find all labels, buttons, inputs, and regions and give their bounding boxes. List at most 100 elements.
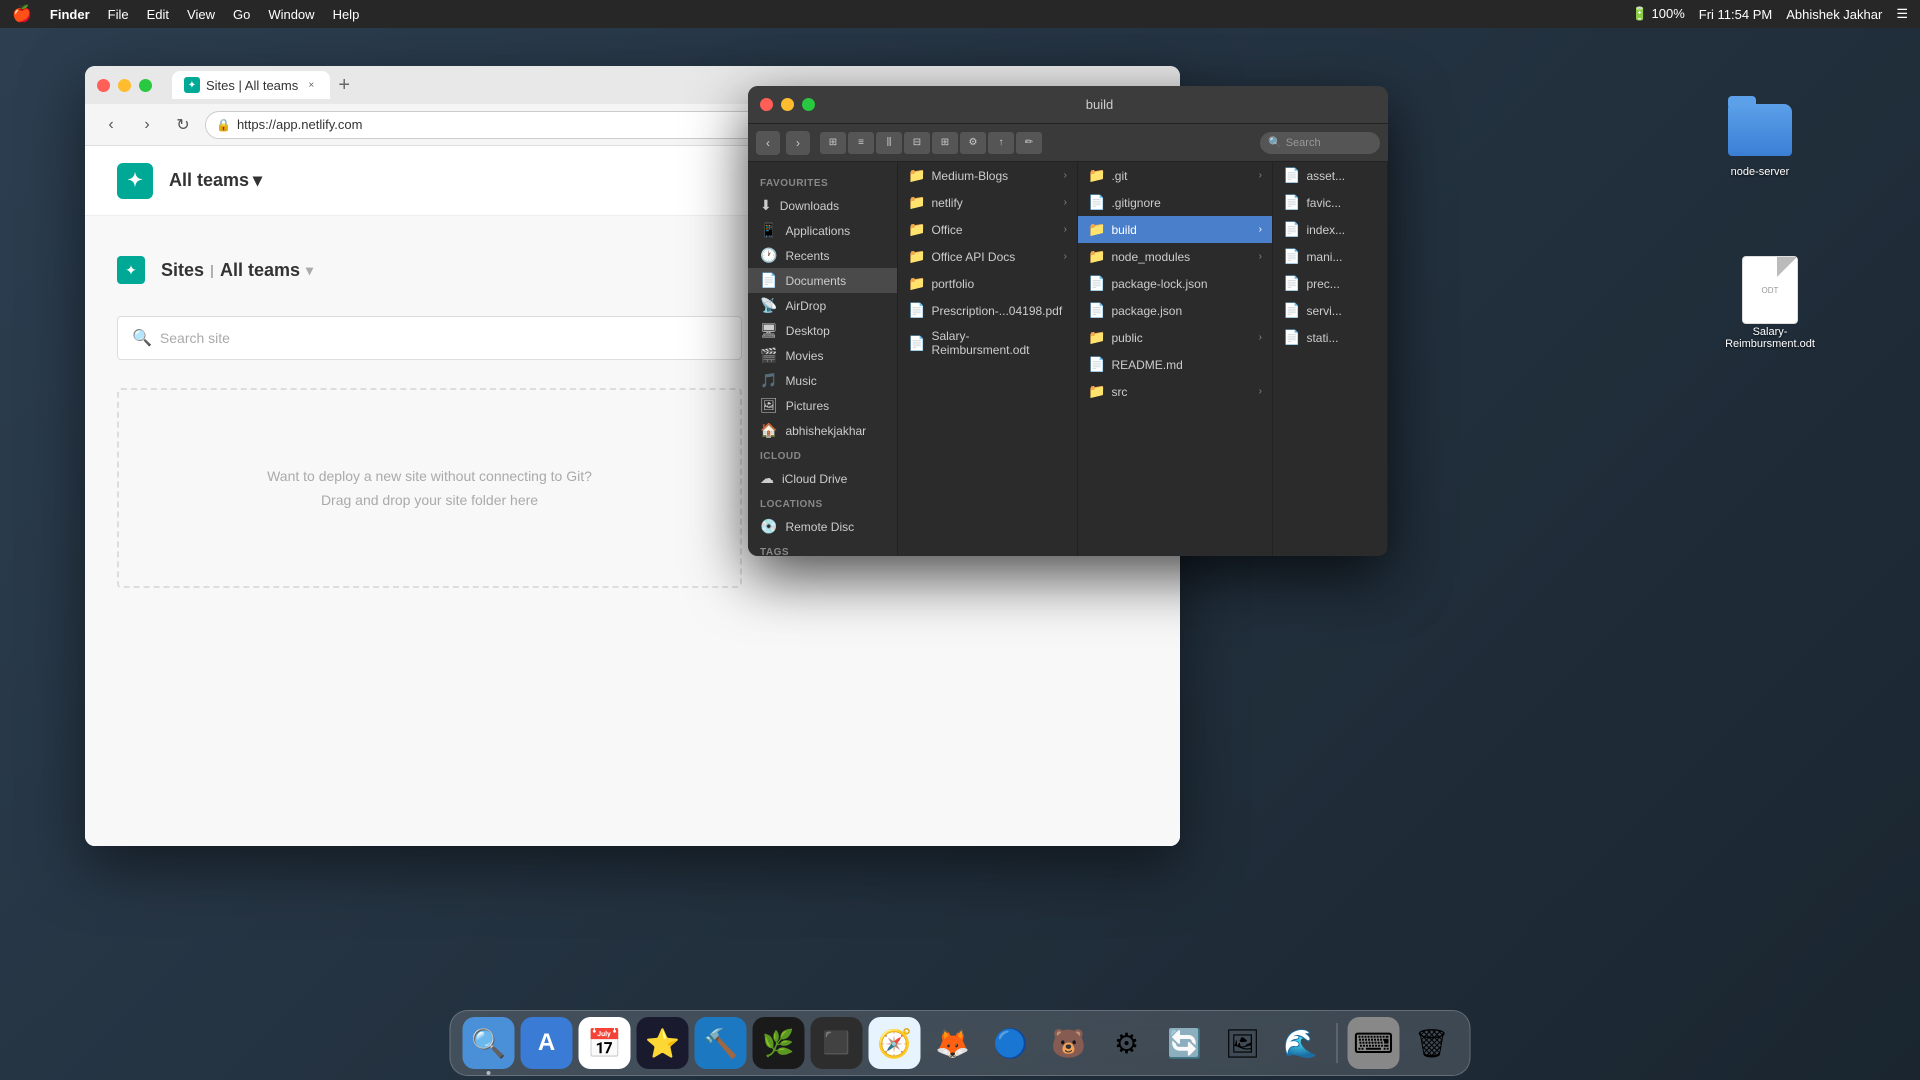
maximize-button[interactable]	[139, 79, 152, 92]
back-button[interactable]: ‹	[97, 111, 125, 139]
col2-gitignore[interactable]: 📄 .gitignore	[1078, 189, 1272, 216]
dock-bear[interactable]: 🐻	[1043, 1017, 1095, 1069]
finder-close-button[interactable]	[760, 98, 773, 111]
col3-static[interactable]: 📄 stati...	[1273, 324, 1387, 351]
col3-asset[interactable]: 📄 asset...	[1273, 162, 1387, 189]
sidebar-music[interactable]: 🎵 Music	[748, 368, 897, 393]
pictures-icon: 🖼	[760, 397, 778, 414]
col1-office[interactable]: 📁 Office ›	[898, 216, 1077, 243]
finder-gallery-view[interactable]: ⊟	[904, 132, 930, 154]
drop-text-2: Drag and drop your site folder here	[321, 492, 538, 508]
refresh-button[interactable]: ↻	[169, 111, 197, 139]
dock-bluetooth[interactable]: 🔄	[1159, 1017, 1211, 1069]
menu-window[interactable]: Window	[268, 7, 314, 22]
col2-src[interactable]: 📁 src ›	[1078, 378, 1272, 405]
netlify-brand[interactable]: All teams ▾	[169, 170, 262, 191]
sidebar-home[interactable]: 🏠 abhishekjakhar	[748, 418, 897, 443]
menu-finder[interactable]: Finder	[50, 7, 90, 22]
sidebar-airdrop[interactable]: 📡 AirDrop	[748, 293, 897, 318]
dock-terminal[interactable]: ⬛	[811, 1017, 863, 1069]
sidebar-pictures[interactable]: 🖼 Pictures	[748, 393, 897, 418]
desktop-node-server[interactable]: node-server	[1720, 98, 1800, 178]
file-icon: 📄	[1088, 194, 1105, 211]
finder-grid-view[interactable]: ⊞	[820, 132, 846, 154]
search-bar[interactable]: 🔍 Search site	[117, 316, 742, 360]
dock-appstore[interactable]: A	[521, 1017, 573, 1069]
sidebar-downloads[interactable]: ⬇ Downloads	[748, 193, 897, 218]
col1-portfolio[interactable]: 📁 portfolio	[898, 270, 1077, 297]
finder-list-view[interactable]: ≡	[848, 132, 874, 154]
finder-back-button[interactable]: ‹	[756, 131, 780, 155]
col1-salary[interactable]: 📄 Salary-Reimbursment.odt	[898, 324, 1077, 362]
forward-button[interactable]: ›	[133, 111, 161, 139]
menu-icon[interactable]: ☰	[1896, 6, 1908, 22]
col2-build[interactable]: 📁 build ›	[1078, 216, 1272, 243]
dock-keyboard[interactable]: ⌨	[1348, 1017, 1400, 1069]
col2-readme[interactable]: 📄 README.md	[1078, 351, 1272, 378]
col3-manifest[interactable]: 📄 mani...	[1273, 243, 1387, 270]
odt-icon: 📄	[908, 335, 925, 352]
sidebar-recents[interactable]: 🕐 Recents	[748, 243, 897, 268]
dock-staruml[interactable]: ⭐	[637, 1017, 689, 1069]
finder-sort-btn[interactable]: ⚙	[960, 132, 986, 154]
col3-favicon[interactable]: 📄 favic...	[1273, 189, 1387, 216]
dock-finder[interactable]: 🔍	[463, 1017, 515, 1069]
finder-maximize-button[interactable]	[802, 98, 815, 111]
dock-chrome[interactable]: 🔵	[985, 1017, 1037, 1069]
dock-git[interactable]: 🌿	[753, 1017, 805, 1069]
dock-edge[interactable]: 🌊	[1275, 1017, 1327, 1069]
col1-office-api-docs[interactable]: 📁 Office API Docs ›	[898, 243, 1077, 270]
menu-go[interactable]: Go	[233, 7, 250, 22]
finder-share-btn[interactable]: ↑	[988, 132, 1014, 154]
col2-public[interactable]: 📁 public ›	[1078, 324, 1272, 351]
dock-firefox[interactable]: 🦊	[927, 1017, 979, 1069]
tab-close-button[interactable]: ×	[304, 78, 318, 92]
col3-precache[interactable]: 📄 prec...	[1273, 270, 1387, 297]
col1-medium-blogs[interactable]: 📁 Medium-Blogs ›	[898, 162, 1077, 189]
folder-icon: 📁	[1088, 383, 1105, 400]
dock-safari[interactable]: 🧭	[869, 1017, 921, 1069]
drop-zone[interactable]: Want to deploy a new site without connec…	[117, 388, 742, 588]
sidebar-documents[interactable]: 📄 Documents	[748, 268, 897, 293]
sidebar-desktop[interactable]: 🖥 Desktop	[748, 318, 897, 343]
finder-minimize-button[interactable]	[781, 98, 794, 111]
finder-search[interactable]: 🔍 Search	[1260, 132, 1380, 154]
menu-help[interactable]: Help	[333, 7, 360, 22]
documents-icon: 📄	[760, 272, 777, 289]
breadcrumb-prefix: Sites	[161, 260, 204, 281]
desktop-salary-odt[interactable]: ODT Salary-Reimbursment.odt	[1730, 258, 1810, 350]
close-button[interactable]	[97, 79, 110, 92]
sidebar-icloud-drive[interactable]: ☁ iCloud Drive	[748, 466, 897, 491]
col3-index[interactable]: 📄 index...	[1273, 216, 1387, 243]
dock-trash[interactable]: 🗑	[1406, 1017, 1458, 1069]
sidebar-remote-disc[interactable]: 💿 Remote Disc	[748, 514, 897, 539]
col1-netlify[interactable]: 📁 netlify ›	[898, 189, 1077, 216]
col2-package-json[interactable]: 📄 package.json	[1078, 297, 1272, 324]
finder-forward-button[interactable]: ›	[786, 131, 810, 155]
menu-view[interactable]: View	[187, 7, 215, 22]
col2-node-modules[interactable]: 📁 node_modules ›	[1078, 243, 1272, 270]
new-tab-button[interactable]: +	[330, 71, 358, 99]
col2-git[interactable]: 📁 .git ›	[1078, 162, 1272, 189]
sidebar-recents-label: Recents	[785, 249, 829, 263]
dock-system-prefs[interactable]: ⚙	[1101, 1017, 1153, 1069]
col2-package-lock[interactable]: 📄 package-lock.json	[1078, 270, 1272, 297]
minimize-button[interactable]	[118, 79, 131, 92]
finder-edit-btn[interactable]: ✏	[1016, 132, 1042, 154]
node-server-label: node-server	[1731, 166, 1790, 178]
sidebar-movies[interactable]: 🎬 Movies	[748, 343, 897, 368]
menu-edit[interactable]: Edit	[147, 7, 169, 22]
menu-file[interactable]: File	[108, 7, 129, 22]
apple-menu[interactable]: 🍎	[12, 4, 32, 24]
folder-icon	[1728, 98, 1792, 162]
sidebar-applications[interactable]: 📱 Applications	[748, 218, 897, 243]
sidebar-documents-label: Documents	[785, 274, 846, 288]
col1-prescription[interactable]: 📄 Prescription-...04198.pdf	[898, 297, 1077, 324]
dock-calendar[interactable]: 📅	[579, 1017, 631, 1069]
finder-more-view[interactable]: ⊞	[932, 132, 958, 154]
browser-tab[interactable]: ✦ Sites | All teams ×	[172, 71, 330, 99]
finder-column-view[interactable]: ⫼	[876, 132, 902, 154]
col3-service[interactable]: 📄 servi...	[1273, 297, 1387, 324]
dock-photos[interactable]: 🖼	[1217, 1017, 1269, 1069]
dock-xcode[interactable]: 🔨	[695, 1017, 747, 1069]
